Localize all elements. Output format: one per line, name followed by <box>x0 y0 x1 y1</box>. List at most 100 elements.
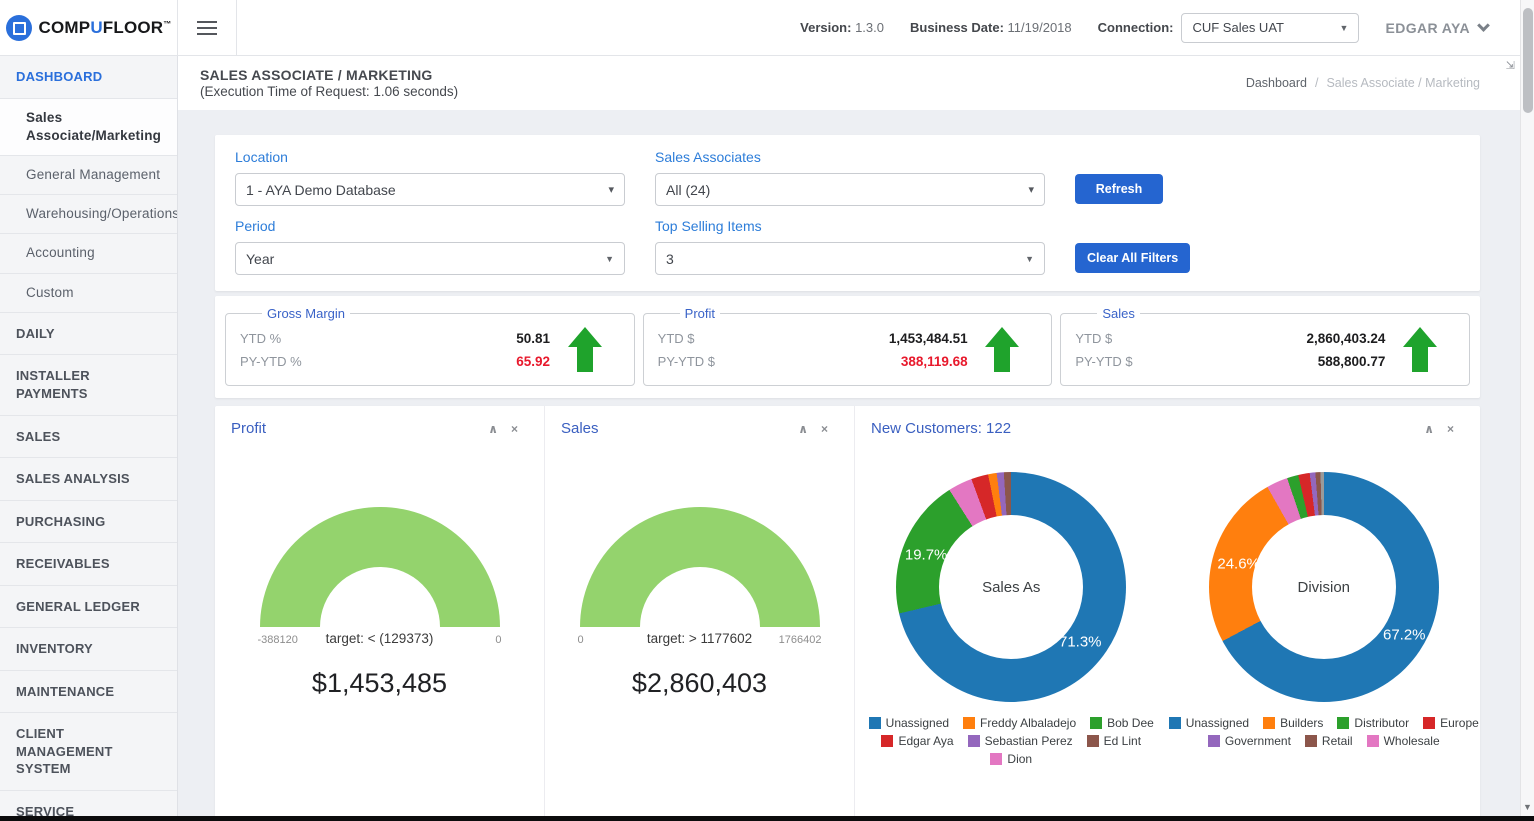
sales-as-donut-chart: Sales As 71.3% 19.7% <box>896 472 1126 702</box>
kpi-row: PY-YTD $ 388,119.68 <box>658 354 968 369</box>
legend-swatch <box>1169 717 1181 729</box>
connection-select[interactable]: CUF Sales UAT ▼ <box>1181 13 1359 43</box>
user-menu[interactable]: EDGAR AYA <box>1385 20 1488 36</box>
scrollbar-thumb[interactable] <box>1523 8 1533 113</box>
sidebar-nav: DASHBOARDSales Associate/MarketingGenera… <box>0 56 177 821</box>
sidebar-item-inventory[interactable]: INVENTORY <box>0 628 177 671</box>
sidebar-item-warehousing-operations[interactable]: Warehousing/Operations <box>0 195 177 234</box>
legend-item: Dion <box>990 752 1032 766</box>
brand-logo[interactable]: COMPUFLOOR™ <box>0 0 178 55</box>
legend-item: Distributor <box>1337 716 1409 730</box>
kpi-value: 1,453,484.51 <box>889 331 968 346</box>
legend-swatch <box>968 735 980 747</box>
legend-swatch <box>1090 717 1102 729</box>
sidebar-item-sales-analysis[interactable]: SALES ANALYSIS <box>0 458 177 501</box>
location-field: Location 1 - AYA Demo Database ▾ <box>235 149 625 206</box>
widget-close-icon[interactable]: × <box>511 422 518 436</box>
division-chart-column: Division 67.2% 24.6% UnassignedBuildersD… <box>1168 437 1481 766</box>
period-field: Period Year ▼ <box>235 218 625 275</box>
sidebar: DASHBOARDSales Associate/MarketingGenera… <box>0 56 178 821</box>
sidebar-item-dashboard[interactable]: DASHBOARD <box>0 56 177 99</box>
gauge-value: $1,453,485 <box>215 668 544 699</box>
kpi-title: Profit <box>680 306 720 321</box>
sidebar-item-daily[interactable]: DAILY <box>0 313 177 356</box>
legend-item: Wholesale <box>1367 734 1440 748</box>
widget-collapse-icon[interactable]: ∧ <box>798 422 808 436</box>
period-select[interactable]: Year ▼ <box>235 242 625 275</box>
connection-label: Connection: <box>1098 20 1174 35</box>
horizontal-scrollbar[interactable] <box>0 816 1534 821</box>
widget-collapse-icon[interactable]: ∧ <box>488 422 498 436</box>
legend-label: Distributor <box>1354 716 1409 730</box>
kpi-title: Sales <box>1097 306 1140 321</box>
sales-as-legend: UnassignedFreddy AlbaladejoBob DeeEdgar … <box>855 716 1168 766</box>
legend-label: Ed Lint <box>1104 734 1141 748</box>
legend-item: Freddy Albaladejo <box>963 716 1076 730</box>
kpi-panel: Gross Margin YTD % 50.81 PY-YTD % 65.92 <box>215 296 1480 398</box>
legend-item: Sebastian Perez <box>968 734 1073 748</box>
donut-center-label: Division <box>1297 579 1350 596</box>
sidebar-item-receivables[interactable]: RECEIVABLES <box>0 543 177 586</box>
widget-close-icon[interactable]: × <box>1447 422 1454 436</box>
hamburger-button[interactable] <box>178 0 237 55</box>
title-block: SALES ASSOCIATE / MARKETING (Execution T… <box>178 67 458 99</box>
breadcrumb-dashboard-link[interactable]: Dashboard <box>1246 76 1307 90</box>
sidebar-item-general-ledger[interactable]: GENERAL LEDGER <box>0 586 177 629</box>
kpi-value: 65.92 <box>516 354 550 369</box>
refresh-button[interactable]: Refresh <box>1075 174 1163 204</box>
sidebar-item-client-management-system[interactable]: CLIENT MANAGEMENT SYSTEM <box>0 713 177 791</box>
gauge-max-label: 1766402 <box>760 634 822 646</box>
legend-swatch <box>869 717 881 729</box>
legend-swatch <box>990 753 1002 765</box>
caret-down-icon: ▼ <box>1025 254 1034 264</box>
legend-label: Freddy Albaladejo <box>980 716 1076 730</box>
page-title: SALES ASSOCIATE / MARKETING <box>200 67 458 83</box>
sidebar-item-installer-payments[interactable]: INSTALLER PAYMENTS <box>0 355 177 415</box>
legend-swatch <box>1423 717 1435 729</box>
top-selling-items-select[interactable]: 3 ▼ <box>655 242 1045 275</box>
legend-label: Sebastian Perez <box>985 734 1073 748</box>
trademark-mark: ™ <box>163 19 171 28</box>
brand-cube-icon <box>6 15 32 41</box>
sales-associates-select[interactable]: All (24) ▾ <box>655 173 1045 206</box>
brand-name: COMPUFLOOR™ <box>39 18 172 38</box>
collapse-corner-icon[interactable]: ⇲ <box>1506 59 1515 72</box>
chevron-down-icon <box>1477 19 1490 32</box>
legend-item: Ed Lint <box>1087 734 1141 748</box>
slice-percent-label: 67.2% <box>1383 627 1426 644</box>
sidebar-item-maintenance[interactable]: MAINTENANCE <box>0 671 177 714</box>
donut-center-label: Sales As <box>982 579 1040 596</box>
trend-up-arrow-icon <box>568 327 602 373</box>
sales-gauge-widget: Sales ∧ × 0 target: > 1177602 1766 <box>545 406 855 821</box>
slice-percent-label: 71.3% <box>1059 634 1102 651</box>
sidebar-item-general-management[interactable]: General Management <box>0 156 177 195</box>
sidebar-item-purchasing[interactable]: PURCHASING <box>0 501 177 544</box>
sidebar-item-accounting[interactable]: Accounting <box>0 234 177 273</box>
widget-collapse-icon[interactable]: ∧ <box>1424 422 1434 436</box>
legend-label: Retail <box>1322 734 1353 748</box>
gauge-target-label: target: > 1177602 <box>640 631 760 646</box>
legend-label: Edgar Aya <box>898 734 953 748</box>
breadcrumb: Dashboard / Sales Associate / Marketing <box>1246 76 1520 90</box>
sidebar-item-sales[interactable]: SALES <box>0 416 177 459</box>
trend-up-arrow-icon <box>1403 327 1437 373</box>
scroll-down-arrow-icon[interactable]: ▼ <box>1521 802 1534 812</box>
caret-down-icon: ▾ <box>1028 183 1034 196</box>
legend-swatch <box>1305 735 1317 747</box>
widget-close-icon[interactable]: × <box>821 422 828 436</box>
sidebar-item-sales-associate-marketing[interactable]: Sales Associate/Marketing <box>0 99 177 156</box>
breadcrumb-separator: / <box>1315 76 1318 90</box>
clear-all-filters-button[interactable]: Clear All Filters <box>1075 243 1190 273</box>
filters-panel: Location 1 - AYA Demo Database ▾ Sales A… <box>215 135 1480 291</box>
sales-gauge-chart: 0 target: > 1177602 1766402 $2,860,403 <box>545 507 854 699</box>
vertical-scrollbar[interactable]: ▼ <box>1520 0 1534 821</box>
legend-item: Bob Dee <box>1090 716 1154 730</box>
location-select[interactable]: 1 - AYA Demo Database ▾ <box>235 173 625 206</box>
main-area: SALES ASSOCIATE / MARKETING (Execution T… <box>178 56 1520 821</box>
legend-item: Retail <box>1305 734 1353 748</box>
app-root: COMPUFLOOR™ Version: 1.3.0 Business Date… <box>0 0 1520 821</box>
sidebar-item-custom[interactable]: Custom <box>0 274 177 313</box>
division-donut-chart: Division 67.2% 24.6% <box>1209 472 1439 702</box>
execution-time: (Execution Time of Request: 1.06 seconds… <box>200 84 458 99</box>
period-label: Period <box>235 218 625 234</box>
